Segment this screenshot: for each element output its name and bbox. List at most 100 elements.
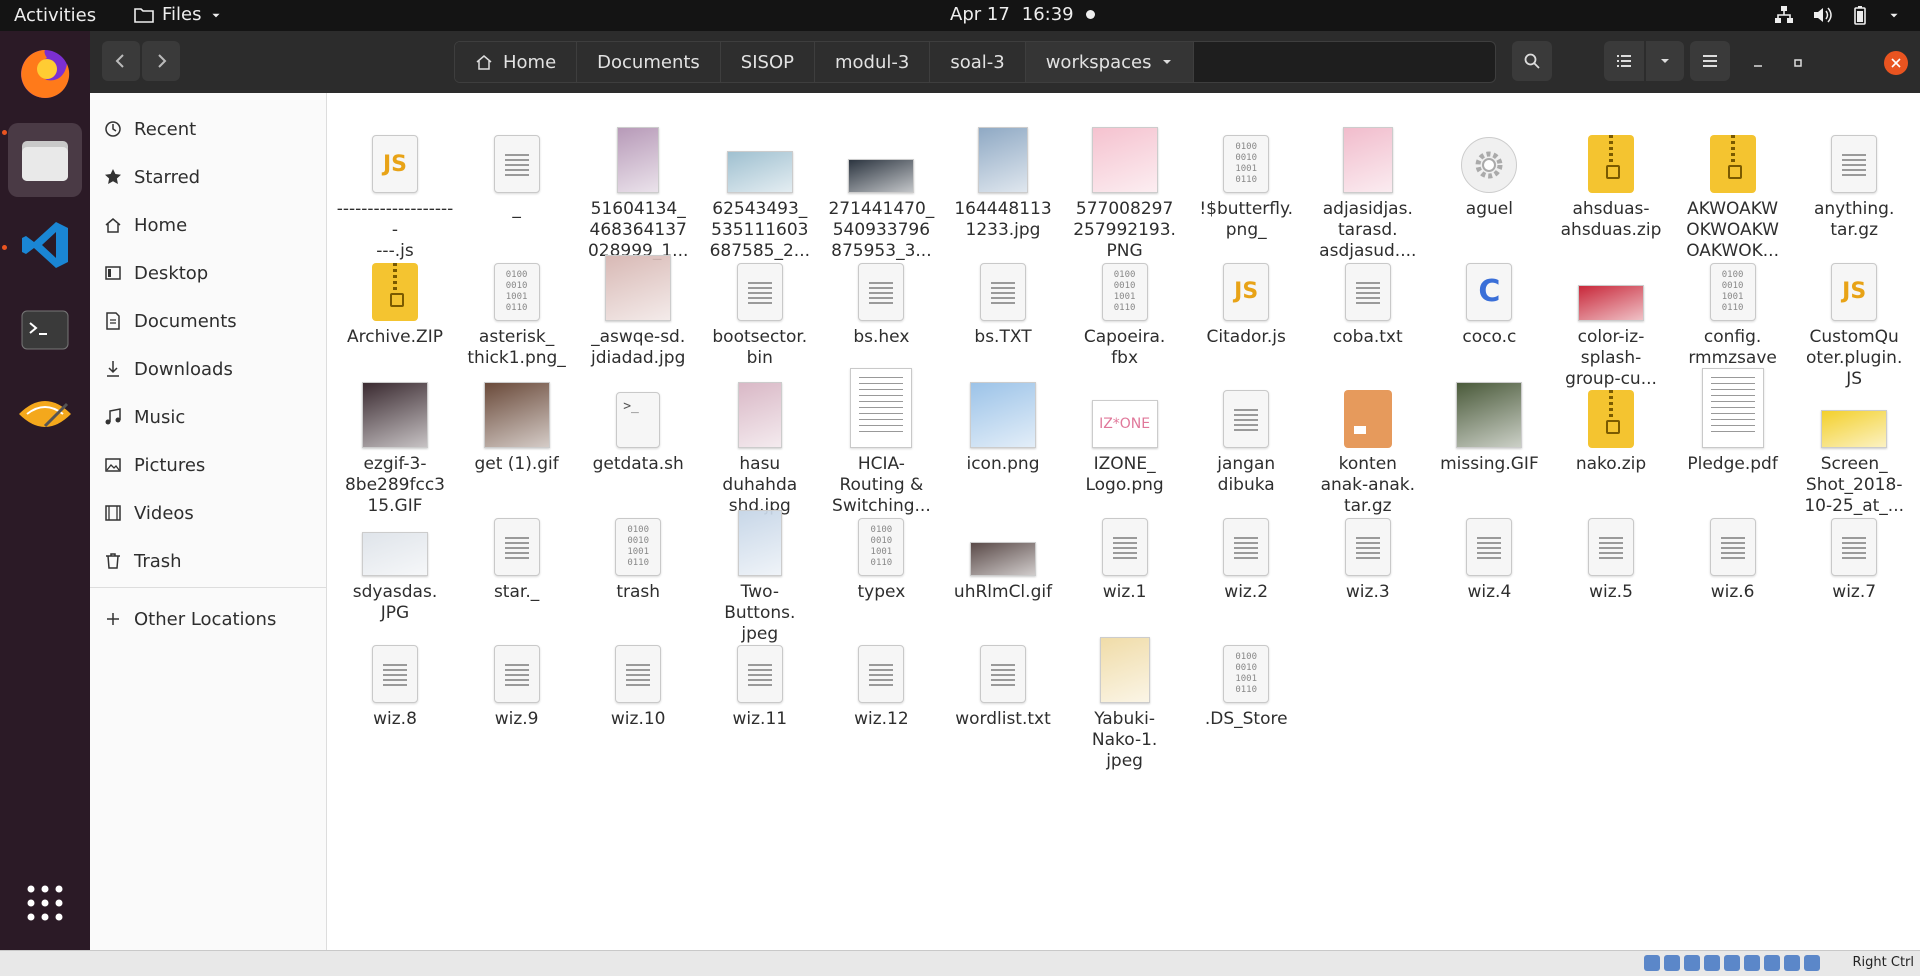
minimize-button[interactable] [1746,51,1770,75]
forward-button[interactable] [142,41,180,81]
file-item[interactable]: 0100 0010 1001 0110 !$butterfly. png_ [1185,113,1307,241]
file-item[interactable]: wiz.11 [699,623,821,730]
cpu-icon[interactable] [1784,955,1800,971]
file-thumbnail [472,496,562,576]
file-item[interactable]: 164448113 1233.jpg [942,113,1064,241]
file-thumbnail [1323,113,1413,193]
running-indicator [2,130,7,135]
file-item[interactable]: icon.png [942,368,1064,475]
file-item[interactable]: missing.GIF [1428,368,1550,475]
vscode-launcher[interactable] [8,208,82,282]
main-menu-button[interactable] [1690,41,1730,81]
app-menu[interactable]: Files [134,4,222,25]
file-item[interactable]: _ [456,113,578,220]
file-item[interactable]: wiz.6 [1672,496,1794,603]
close-button[interactable] [1884,51,1908,75]
file-item[interactable]: star._ [456,496,578,603]
file-name: wiz.6 [1710,581,1755,602]
sidebar-item-home[interactable]: Home [104,205,318,245]
display-icon[interactable] [1744,955,1760,971]
file-item[interactable]: 0100 0010 1001 0110 Capoeira. fbx [1064,241,1186,369]
file-item[interactable]: get (1).gif [456,368,578,475]
sidebar-item-other-locations[interactable]: Other Locations [104,599,318,639]
network-adapter-icon[interactable] [1704,955,1720,971]
tar-archive-icon [1343,390,1392,448]
file-item[interactable]: Pledge.pdf [1672,368,1794,475]
sidebar-item-pictures[interactable]: Pictures [104,445,318,485]
file-item[interactable]: wiz.9 [456,623,578,730]
crumb-home[interactable]: Home [455,42,578,82]
file-thumbnail [1809,368,1899,448]
file-item[interactable]: wiz.1 [1064,496,1186,603]
file-thumbnail [836,113,926,193]
show-apps-button[interactable] [8,866,82,940]
activities-button[interactable]: Activities [14,5,96,26]
file-item[interactable]: uhRlmCl.gif [942,496,1064,603]
sidebar-item-desktop[interactable]: Desktop [104,253,318,293]
file-item[interactable]: 0100 0010 1001 0110 trash [577,496,699,603]
back-button[interactable] [102,41,140,81]
file-item[interactable]: ahsduas- ahsduas.zip [1550,113,1672,241]
file-item[interactable]: nako.zip [1550,368,1672,475]
file-item[interactable]: wiz.8 [334,623,456,730]
file-item[interactable]: >_ getdata.sh [577,368,699,475]
file-item[interactable]: bs.TXT [942,241,1064,348]
file-item[interactable]: wiz.5 [1550,496,1672,603]
file-item[interactable]: bootsector. bin [699,241,821,369]
sidebar-item-documents[interactable]: Documents [104,301,318,341]
list-view-icon [1617,55,1631,67]
optical-drive-icon[interactable] [1664,955,1680,971]
file-item[interactable]: jangan dibuka [1185,368,1307,496]
sidebar-item-starred[interactable]: Starred [104,157,318,197]
mouse-integration-icon[interactable] [1804,955,1820,971]
search-button[interactable] [1512,41,1552,81]
maximize-button[interactable] [1786,51,1810,75]
sidebar-item-videos[interactable]: Videos [104,493,318,533]
view-options-button[interactable] [1646,41,1684,81]
files-launcher[interactable] [8,123,82,197]
file-item[interactable]: wiz.12 [820,623,942,730]
file-item[interactable]: 0100 0010 1001 0110 asterisk_ thick1.png_ [456,241,578,369]
file-item[interactable]: 0100 0010 1001 0110 .DS_Store [1185,623,1307,730]
crumb-workspaces[interactable]: workspaces [1025,42,1195,82]
file-item[interactable]: IZ*ONE IZONE_ Logo.png [1064,368,1186,496]
system-tray[interactable] [1774,5,1900,25]
file-item[interactable]: Ccoco.c [1428,241,1550,348]
terminal-launcher[interactable] [8,293,82,367]
file-item[interactable]: wordlist.txt [942,623,1064,730]
file-item[interactable]: sdyasdas. JPG [334,496,456,624]
file-item[interactable]: wiz.10 [577,623,699,730]
sidebar-item-recent[interactable]: Recent [104,109,318,149]
crumb-modul-3[interactable]: modul-3 [814,42,931,82]
video-capture-icon[interactable] [1764,955,1780,971]
crumb-soal-3[interactable]: soal-3 [930,42,1026,82]
file-thumbnail: 0100 0010 1001 0110 [593,496,683,576]
text-file-icon [1344,262,1391,321]
firefox-launcher[interactable] [8,35,82,109]
file-item[interactable]: wiz.4 [1428,496,1550,603]
file-item[interactable]: coba.txt [1307,241,1429,348]
shared-folder-icon[interactable] [1724,955,1740,971]
sidebar-item-music[interactable]: Music [104,397,318,437]
file-item[interactable]: wiz.7 [1793,496,1915,603]
file-item[interactable]: wiz.3 [1307,496,1429,603]
file-item[interactable]: Yabuki- Nako-1. jpeg [1064,623,1186,772]
file-item[interactable]: wiz.2 [1185,496,1307,603]
sidebar-item-downloads[interactable]: Downloads [104,349,318,389]
file-item[interactable]: anything. tar.gz [1793,113,1915,241]
file-item[interactable]: JS Citador.js [1185,241,1307,348]
sidebar-item-trash[interactable]: Trash [104,541,318,581]
file-item[interactable]: 0100 0010 1001 0110 config. rmmzsave [1672,241,1794,369]
audio-icon[interactable] [1684,955,1700,971]
crumb-sisop[interactable]: SISOP [720,42,815,82]
crumb-documents[interactable]: Documents [577,42,721,82]
usb-icon[interactable] [1644,955,1660,971]
file-item[interactable]: bs.hex [820,241,942,348]
file-item[interactable]: Archive.ZIP [334,241,456,348]
file-item[interactable]: _aswqe-sd. jdiadad.jpg [577,241,699,369]
clock[interactable]: Apr 17 16:39 [950,4,1095,25]
file-item[interactable]: 0100 0010 1001 0110 typex [820,496,942,603]
text-editor-launcher[interactable] [8,378,82,452]
file-item[interactable]: aguel [1428,113,1550,220]
list-view-button[interactable] [1604,41,1644,81]
